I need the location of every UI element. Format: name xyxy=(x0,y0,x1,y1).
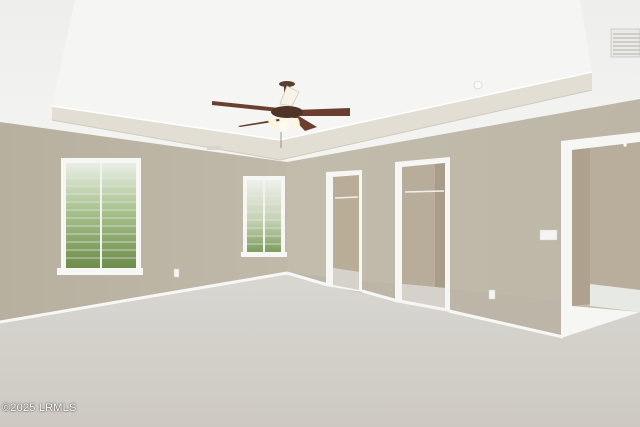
window-right xyxy=(241,176,287,257)
light-switch xyxy=(539,229,558,241)
smoke-detector xyxy=(473,80,483,90)
wall-outlet xyxy=(488,289,496,300)
wall-outlet xyxy=(173,268,180,278)
closet-doorway-center xyxy=(395,157,450,312)
window-left xyxy=(57,158,143,275)
bathroom-doorway xyxy=(561,132,640,338)
ceiling-vent xyxy=(207,146,221,150)
room-photo xyxy=(0,0,640,427)
air-vent xyxy=(610,28,640,58)
closet-doorway-left xyxy=(326,170,362,292)
photo-watermark: ©2025 LRMLS xyxy=(2,402,77,414)
